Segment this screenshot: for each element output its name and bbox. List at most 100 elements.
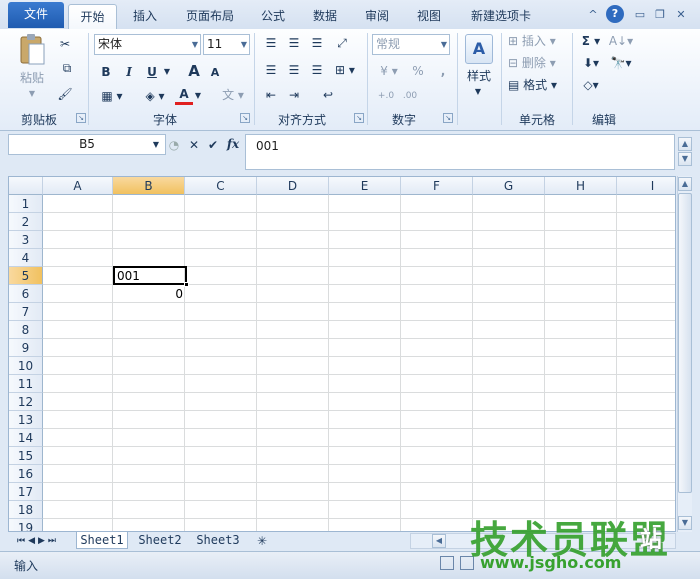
fill-color-icon[interactable]: ◈ ▾	[141, 87, 169, 105]
chevron-down-icon[interactable]: ▼	[192, 35, 198, 54]
increase-decimal-icon[interactable]: +.0	[374, 87, 398, 105]
format-painter-icon[interactable]: 🖌	[56, 85, 74, 103]
worksheet-grid[interactable]: ABCDEFGHI 1 2 3 4 5 6 7 8 9 10 11 12 13 14 15 16 17 18 19 …	[8, 176, 676, 532]
font-name-combo[interactable]: 宋体 ▼	[94, 34, 201, 55]
tab-new-tab[interactable]: 新建选项卡	[462, 4, 540, 30]
number-launcher-icon[interactable]: ↘	[443, 113, 453, 123]
align-center-icon[interactable]: ☰	[285, 61, 303, 79]
column-header-a[interactable]: A	[43, 177, 113, 195]
borders-icon[interactable]: ▦ ▾	[98, 87, 126, 105]
row-header-13[interactable]: 13	[9, 411, 43, 429]
column-header-f[interactable]: F	[401, 177, 473, 195]
font-color-button[interactable]: A	[175, 85, 193, 105]
tab-home[interactable]: 开始	[68, 4, 117, 31]
column-header-g[interactable]: G	[473, 177, 545, 195]
row-header-2[interactable]: 2	[9, 213, 43, 231]
scroll-up-icon[interactable]: ▲	[678, 177, 692, 191]
cell-b5[interactable]: 001	[117, 267, 187, 285]
styles-icon[interactable]: A	[465, 34, 493, 64]
shrink-font-button[interactable]: A	[208, 64, 222, 82]
row-header-17[interactable]: 17	[9, 483, 43, 501]
row-header-4[interactable]: 4	[9, 249, 43, 267]
paste-icon[interactable]	[14, 33, 50, 69]
tab-view[interactable]: 视图	[408, 4, 450, 30]
orientation-icon[interactable]: ⤢	[332, 34, 352, 52]
copy-icon[interactable]: ⧉	[56, 59, 78, 77]
styles-dropdown-icon[interactable]: ▼	[472, 83, 484, 101]
tab-review[interactable]: 审阅	[356, 4, 398, 30]
enter-icon[interactable]: ✔	[206, 136, 220, 154]
select-all-corner[interactable]	[9, 177, 43, 195]
decrease-decimal-icon[interactable]: .00	[398, 87, 422, 105]
insert-cells-button[interactable]: ⊞ 插入 ▾	[508, 32, 568, 50]
percent-button[interactable]: %	[410, 62, 426, 80]
row-header-19[interactable]: 19	[9, 519, 43, 531]
close-icon[interactable]: ✕	[673, 7, 689, 23]
find-select-icon[interactable]: 🔭▾	[608, 54, 634, 72]
restore-icon[interactable]: ❐	[652, 7, 668, 23]
column-header-h[interactable]: H	[545, 177, 617, 195]
row-header-1[interactable]: 1	[9, 195, 43, 213]
name-box[interactable]: B5	[8, 134, 166, 155]
font-color-dropdown-icon[interactable]: ▼	[193, 87, 203, 105]
underline-dropdown-icon[interactable]: ▼	[162, 63, 172, 81]
row-header-7[interactable]: 7	[9, 303, 43, 321]
row-header-14[interactable]: 14	[9, 429, 43, 447]
cell-b6[interactable]: 0	[117, 285, 183, 303]
italic-button[interactable]: I	[121, 63, 137, 81]
row-header-18[interactable]: 18	[9, 501, 43, 519]
row-header-11[interactable]: 11	[9, 375, 43, 393]
formula-expand-icon[interactable]: ▼	[678, 152, 692, 166]
align-bottom-icon[interactable]: ☰	[308, 34, 326, 52]
collapse-ribbon-icon[interactable]: ^	[585, 7, 601, 23]
column-header-i[interactable]: I	[617, 177, 675, 195]
scroll-left-icon[interactable]: ◀	[432, 534, 446, 548]
tab-formulas[interactable]: 公式	[252, 4, 294, 30]
merge-center-icon[interactable]: ⊞ ▾	[332, 61, 358, 79]
sheet-tab-2[interactable]: Sheet2	[134, 532, 186, 549]
cancel-icon[interactable]: ✕	[187, 136, 201, 154]
name-box-dropdown-icon[interactable]: ▼	[150, 136, 162, 154]
font-launcher-icon[interactable]: ↘	[240, 113, 250, 123]
clipboard-launcher-icon[interactable]: ↘	[76, 113, 86, 123]
row-header-5[interactable]: 5	[9, 267, 43, 285]
autosum-button[interactable]: Σ ▾	[578, 32, 604, 50]
formula-input[interactable]: 001	[245, 134, 675, 170]
row-header-12[interactable]: 12	[9, 393, 43, 411]
vertical-scroll-thumb[interactable]	[678, 193, 692, 493]
format-cells-button[interactable]: ▤ 格式 ▾	[508, 76, 568, 94]
chevron-down-icon[interactable]: ▼	[241, 35, 247, 54]
font-size-combo[interactable]: 11 ▼	[203, 34, 250, 55]
tab-page-layout[interactable]: 页面布局	[178, 4, 242, 30]
align-right-icon[interactable]: ☰	[308, 61, 326, 79]
sort-filter-icon[interactable]: A↓▾	[608, 32, 634, 50]
delete-cells-button[interactable]: ⊟ 删除 ▾	[508, 54, 568, 72]
cut-icon[interactable]: ✂	[56, 35, 74, 53]
chevron-down-icon[interactable]: ▼	[441, 35, 447, 54]
column-header-e[interactable]: E	[329, 177, 401, 195]
align-top-icon[interactable]: ☰	[262, 34, 280, 52]
tab-file[interactable]: 文件	[8, 2, 64, 28]
row-header-6[interactable]: 6	[9, 285, 43, 303]
sheet-nav-icons[interactable]: ⏮◀▶⏭	[10, 532, 66, 550]
grow-font-button[interactable]: A	[186, 62, 202, 80]
column-header-c[interactable]: C	[185, 177, 257, 195]
phonetic-button[interactable]: 文 ▾	[218, 86, 248, 104]
column-header-b[interactable]: B	[113, 177, 185, 195]
row-header-9[interactable]: 9	[9, 339, 43, 357]
cancel-entry-icon[interactable]: ◔	[168, 136, 180, 154]
alignment-launcher-icon[interactable]: ↘	[354, 113, 364, 123]
row-header-16[interactable]: 16	[9, 465, 43, 483]
row-header-15[interactable]: 15	[9, 447, 43, 465]
row-header-3[interactable]: 3	[9, 231, 43, 249]
align-left-icon[interactable]: ☰	[262, 61, 280, 79]
align-middle-icon[interactable]: ☰	[285, 34, 303, 52]
wrap-text-icon[interactable]: ↩	[317, 86, 339, 104]
bold-button[interactable]: B	[98, 63, 114, 81]
row-header-10[interactable]: 10	[9, 357, 43, 375]
new-sheet-icon[interactable]: ✳	[252, 532, 272, 550]
decrease-indent-icon[interactable]: ⇤	[262, 86, 280, 104]
scroll-down-icon[interactable]: ▼	[678, 516, 692, 530]
normal-view-icon[interactable]	[440, 556, 454, 570]
increase-indent-icon[interactable]: ⇥	[285, 86, 303, 104]
